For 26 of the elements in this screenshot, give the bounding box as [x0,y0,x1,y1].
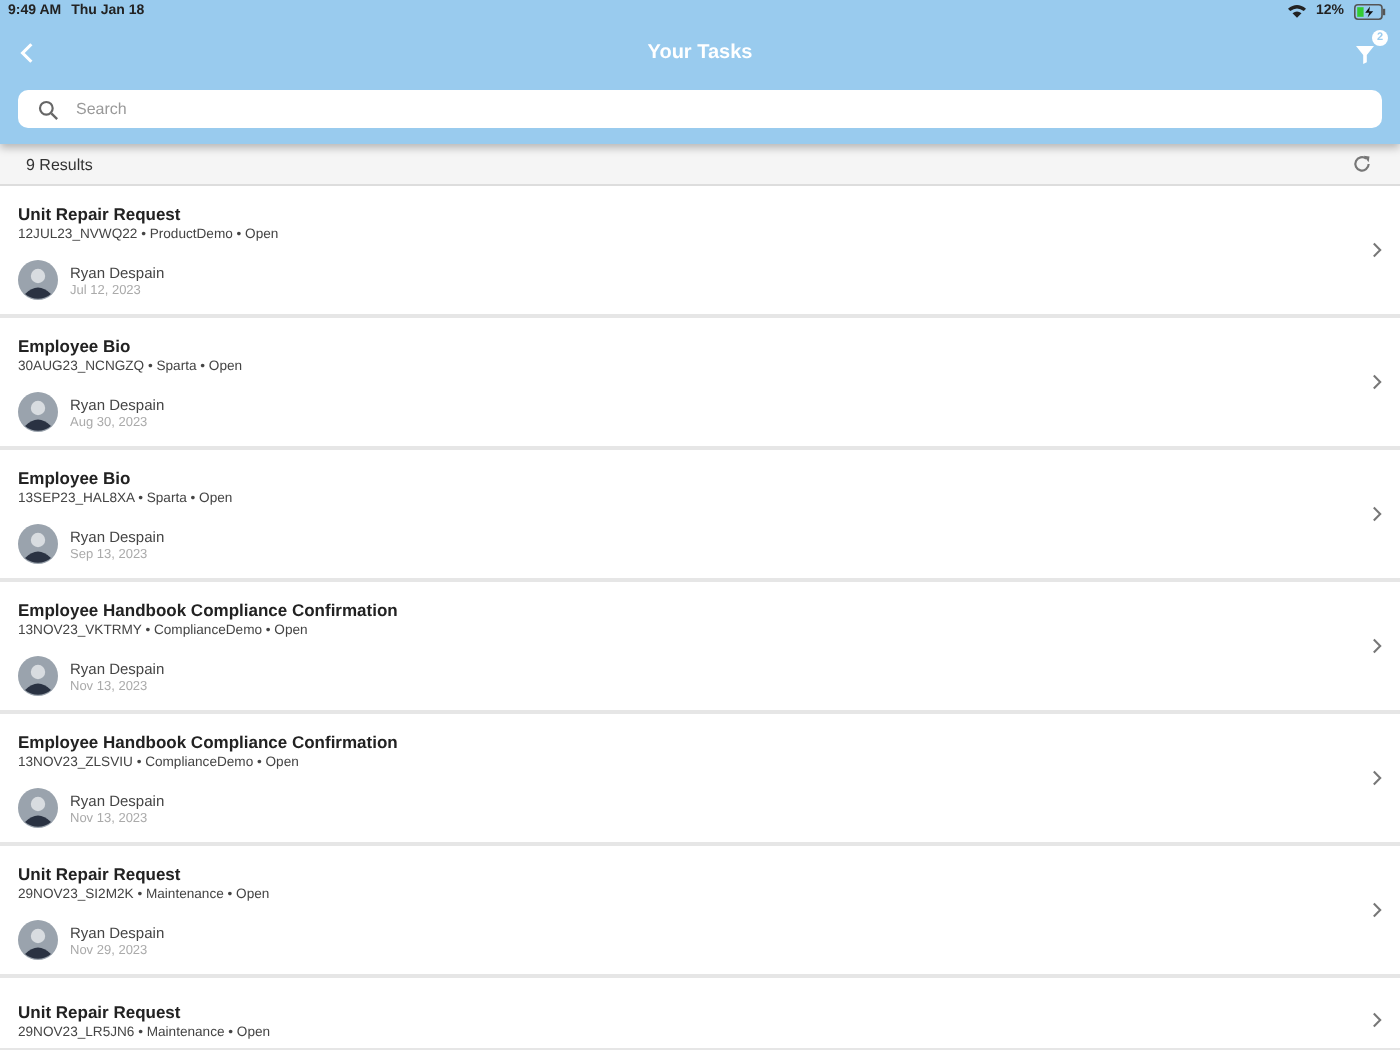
results-count: 9 Results [26,155,93,173]
task-title: Employee Handbook Compliance Confirmation [18,732,400,752]
chevron-icon [1372,1011,1382,1027]
task-title: Employee Bio [18,468,133,488]
chevron-icon [1372,242,1382,258]
chevron-icon [1372,770,1382,786]
chevron-icon [1372,902,1382,918]
chevron-icon [1372,638,1382,654]
search-field[interactable]: Search [18,90,1382,128]
refresh-icon[interactable] [1352,154,1372,174]
chevron-icon [1372,506,1382,522]
avatar [18,524,58,564]
task-title: Employee Handbook Compliance Confirmation [18,600,400,620]
avatar [18,920,58,960]
wifi-icon [1287,4,1306,18]
task-title: Unit Repair Request [18,204,183,224]
chevron-icon [1372,374,1382,390]
task-title: Unit Repair Request [18,1002,183,1022]
task-title: Unit Repair Request [18,864,183,884]
page-title: Your Tasks [645,41,755,63]
avatar [18,656,58,696]
battery-icon [1354,3,1386,19]
task-title: Employee Bio [18,336,133,356]
avatar [18,260,58,300]
avatar [18,392,58,432]
avatar [18,788,58,828]
